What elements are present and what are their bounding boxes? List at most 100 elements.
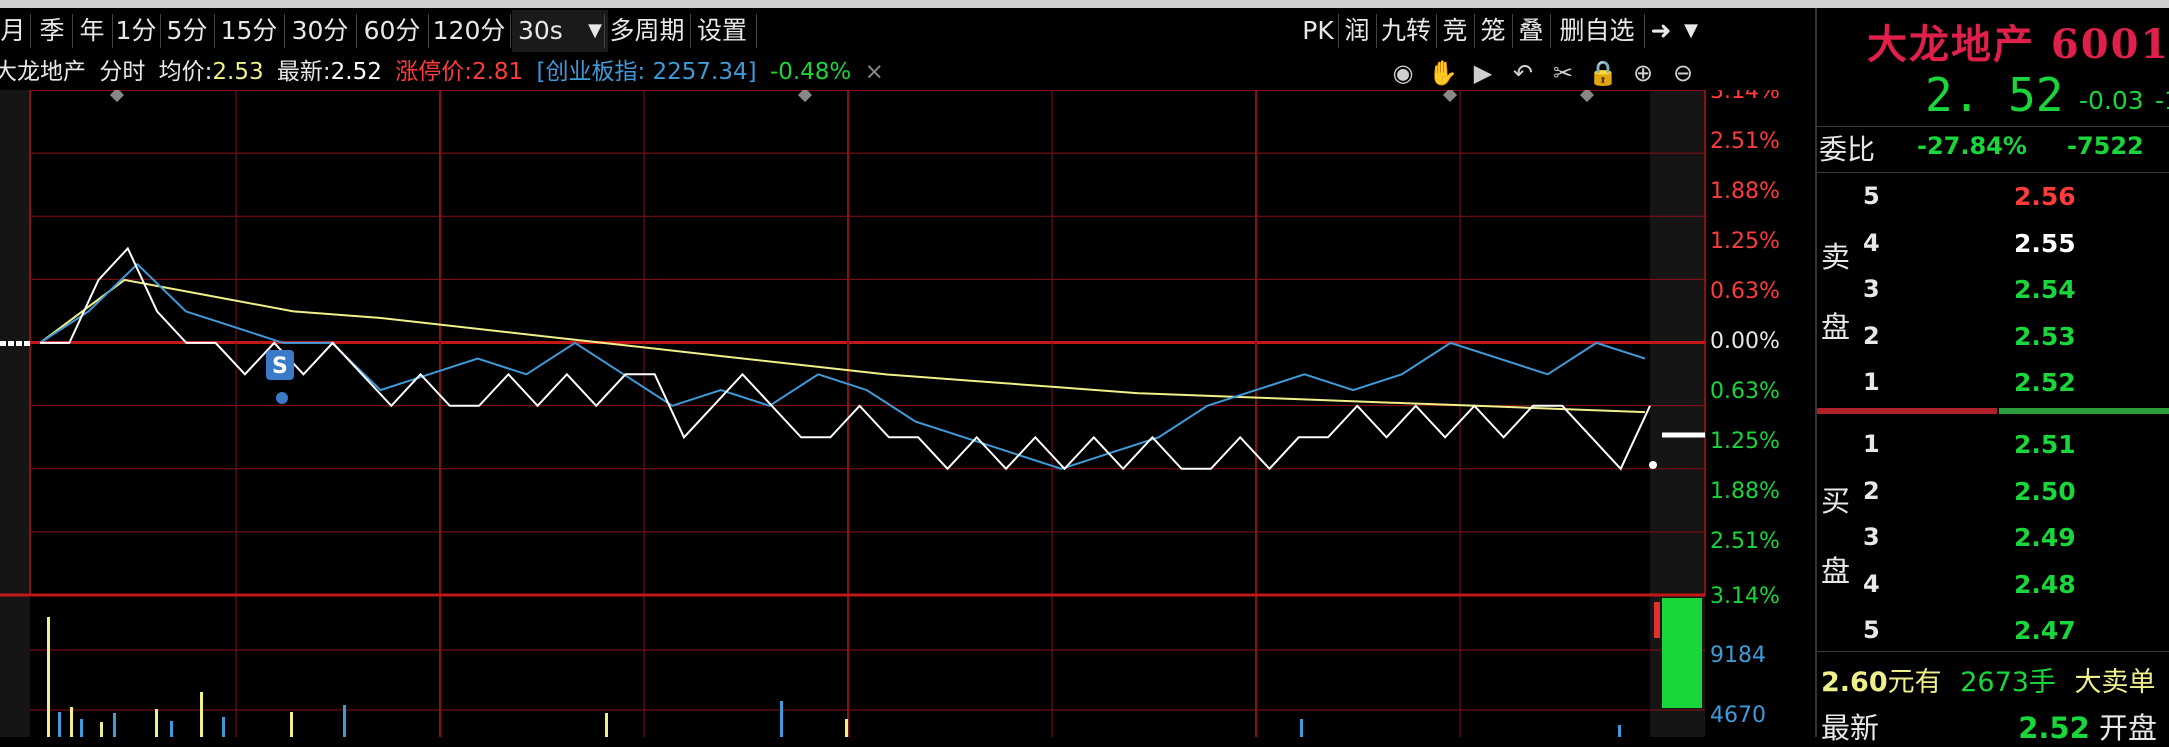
sell-price: 2.55 bbox=[2014, 228, 2076, 258]
exit-arrow-icon[interactable]: ➜ bbox=[1646, 10, 1676, 52]
buy-price: 2.48 bbox=[2014, 569, 2076, 599]
price-change-pct: -1.1 bbox=[2155, 86, 2169, 115]
buy-level: 1 bbox=[1863, 430, 1880, 458]
volume-bar bbox=[780, 701, 783, 737]
latest-row: 最新 2.52 开盘 bbox=[1821, 705, 2157, 747]
divider bbox=[356, 14, 357, 48]
tb-5min[interactable]: 5分 bbox=[164, 10, 210, 52]
big-order-unit: 元有 bbox=[1887, 667, 1942, 698]
buy-ratio-bar bbox=[1999, 408, 2169, 414]
limit-label: 涨停价: bbox=[395, 59, 472, 85]
limit-value: 2.81 bbox=[471, 59, 524, 85]
sell-row-3[interactable]: 3 2.54 bbox=[1817, 267, 2169, 313]
tb-60min[interactable]: 60分 bbox=[360, 10, 424, 52]
volume-bar bbox=[170, 721, 173, 737]
sell-level: 3 bbox=[1863, 275, 1880, 304]
tb-run[interactable]: 润 bbox=[1340, 10, 1374, 52]
y-label: 1.88% bbox=[1710, 479, 1780, 504]
open-label: 开盘 bbox=[2099, 711, 2158, 745]
divider bbox=[1512, 14, 1513, 48]
big-order-label: 大卖单 bbox=[2074, 667, 2156, 698]
sell-row-4[interactable]: 4 2.55 bbox=[1817, 221, 2169, 267]
buy-row-2[interactable]: 2 2.50 bbox=[1817, 469, 2169, 515]
buy-row-5[interactable]: 5 2.47 bbox=[1817, 608, 2169, 654]
big-order: 2.60元有 2673手 大卖单 bbox=[1821, 660, 2156, 699]
tb-auction[interactable]: 竞 bbox=[1438, 10, 1472, 52]
play-icon[interactable]: ▶ bbox=[1468, 58, 1498, 88]
y-label: 1.25% bbox=[1710, 229, 1780, 254]
tb-multi-period[interactable]: 多周期 bbox=[606, 10, 688, 52]
buy-row-1[interactable]: 1 2.51 bbox=[1817, 422, 2169, 468]
volume-bar bbox=[845, 719, 848, 737]
stock-name: 大龙地产 bbox=[0, 59, 86, 85]
big-order-price: 2.60 bbox=[1821, 667, 1888, 698]
signal-marker-label: S bbox=[272, 354, 288, 379]
y-label: 2.51% bbox=[1710, 129, 1780, 154]
tb-15min[interactable]: 15分 bbox=[218, 10, 280, 52]
divider bbox=[1817, 651, 2169, 652]
sell-row-1[interactable]: 1 2.52 bbox=[1817, 360, 2169, 406]
eye-icon[interactable]: ◉ bbox=[1388, 58, 1418, 88]
tb-delete-watchlist[interactable]: 删自选 bbox=[1552, 10, 1642, 52]
end-dot bbox=[1649, 461, 1657, 469]
tb-overlay[interactable]: 叠 bbox=[1514, 10, 1548, 52]
left-gutter bbox=[0, 90, 30, 737]
chart-lines: S bbox=[0, 246, 1705, 471]
volume-bar bbox=[70, 707, 73, 737]
webi-pct: -27.84% bbox=[1917, 132, 2027, 160]
intraday-chart[interactable]: S 3.14% 2.51% 1.88% 1.25% 0.63% 0.00% 0.63% 1.2… bbox=[0, 90, 1815, 737]
mode-label: 分时 bbox=[99, 59, 146, 85]
stock-title: 大龙地产 600159 bbox=[1867, 21, 2169, 68]
sell-price: 2.53 bbox=[2014, 321, 2076, 351]
tb-month[interactable]: 月 bbox=[0, 10, 26, 52]
divider bbox=[1644, 14, 1645, 48]
y-label: 0.00% bbox=[1710, 329, 1780, 354]
buy-row-3[interactable]: 3 2.49 bbox=[1817, 515, 2169, 561]
divider bbox=[1474, 14, 1475, 48]
volume-bar bbox=[1618, 725, 1621, 737]
sell-price: 2.52 bbox=[2014, 368, 2076, 398]
tb-1min[interactable]: 1分 bbox=[114, 10, 158, 52]
divider bbox=[510, 14, 511, 48]
latest-value: 2.52 bbox=[2018, 711, 2090, 745]
buy-price: 2.51 bbox=[2014, 430, 2076, 459]
tb-30min[interactable]: 30分 bbox=[288, 10, 352, 52]
buy-level: 4 bbox=[1863, 569, 1880, 598]
tb-settings[interactable]: 设置 bbox=[692, 10, 752, 52]
volume-bars bbox=[47, 598, 1702, 737]
top-menu-strip bbox=[0, 0, 2169, 8]
scissors-icon[interactable]: ✂ bbox=[1548, 58, 1578, 88]
tb-pk[interactable]: PK bbox=[1300, 10, 1336, 52]
close-icon[interactable]: × bbox=[865, 59, 884, 85]
volume-bar bbox=[100, 722, 103, 737]
avg-label: 均价: bbox=[158, 59, 213, 85]
undo-icon[interactable]: ↶ bbox=[1508, 58, 1538, 88]
sell-row-5[interactable]: 5 2.56 bbox=[1817, 174, 2169, 220]
sell-price: 2.56 bbox=[2014, 182, 2076, 211]
sell-row-2[interactable]: 2 2.53 bbox=[1817, 314, 2169, 360]
lock-icon[interactable]: 🔒 bbox=[1588, 58, 1618, 88]
buy-row-4[interactable]: 4 2.48 bbox=[1817, 562, 2169, 608]
tb-cage[interactable]: 笼 bbox=[1476, 10, 1510, 52]
tb-30s-dropdown[interactable]: 30s ▼ bbox=[512, 10, 608, 52]
tb-year[interactable]: 年 bbox=[74, 10, 110, 52]
volume-bar bbox=[222, 717, 225, 737]
volume-bar bbox=[200, 692, 203, 737]
hand-icon[interactable]: ✋ bbox=[1428, 58, 1458, 88]
diamond-marker bbox=[797, 90, 813, 103]
zoom-in-icon[interactable]: ⊕ bbox=[1628, 58, 1658, 88]
buy-level: 5 bbox=[1863, 616, 1880, 645]
big-order-qty: 2673手 bbox=[1960, 667, 2056, 698]
zoom-out-icon[interactable]: ⊖ bbox=[1668, 58, 1698, 88]
volume-bar bbox=[605, 713, 608, 737]
tb-nine-turn[interactable]: 九转 bbox=[1378, 10, 1434, 52]
divider bbox=[756, 14, 757, 48]
tb-season[interactable]: 季 bbox=[34, 10, 70, 52]
auction-volume-green bbox=[1662, 598, 1702, 708]
y-label: 1.25% bbox=[1710, 429, 1780, 454]
volume-bar bbox=[343, 705, 346, 737]
latest-value: 2.52 bbox=[330, 59, 382, 85]
tb-120min[interactable]: 120分 bbox=[430, 10, 508, 52]
chevron-down-icon[interactable]: ▼ bbox=[1678, 10, 1704, 52]
price-change: -0.03 bbox=[2079, 86, 2144, 115]
